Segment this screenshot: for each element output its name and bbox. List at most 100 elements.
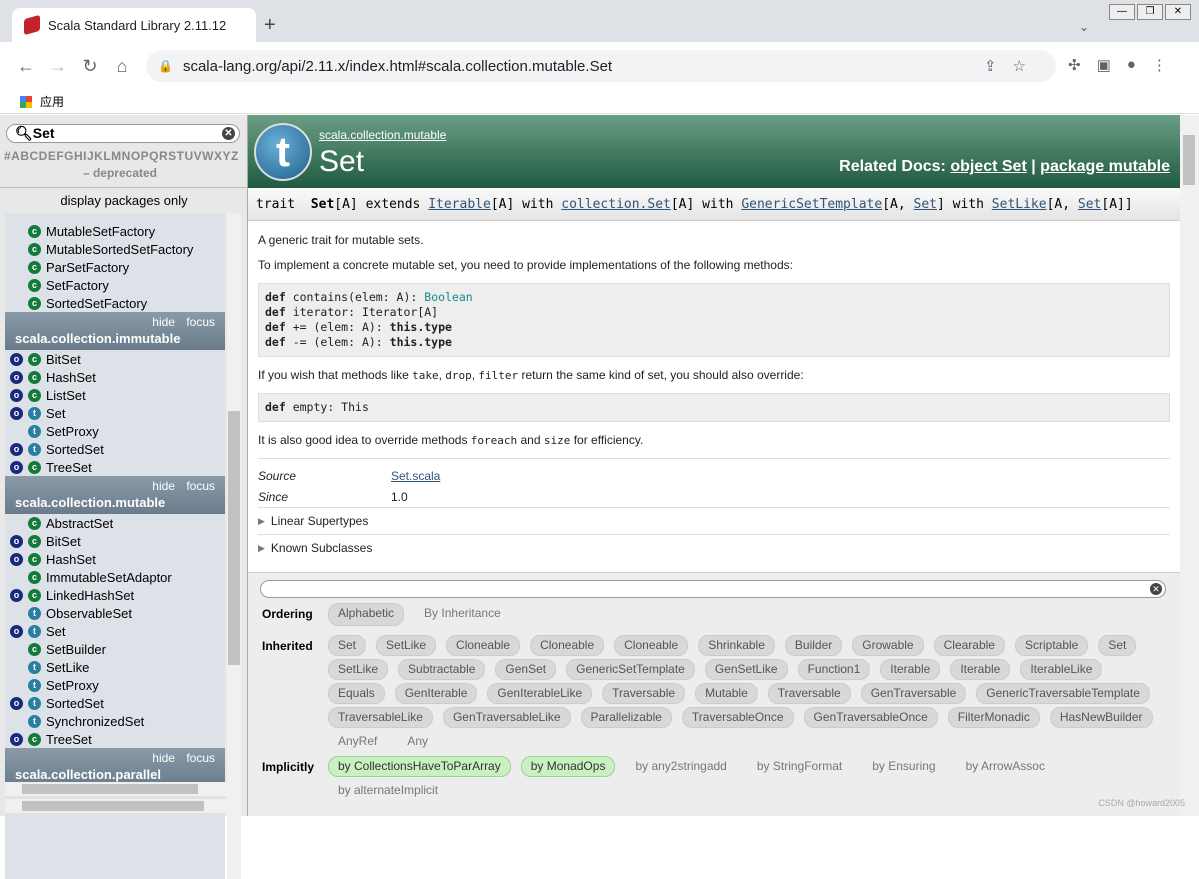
inherited-filter-pill[interactable]: Clearable <box>933 635 1005 656</box>
back-icon[interactable]: ← <box>10 56 42 77</box>
list-item-label[interactable]: SortedSet <box>46 696 104 711</box>
list-item-label[interactable]: SortedSet <box>46 442 104 457</box>
list-item[interactable]: otSetProxy <box>5 422 225 440</box>
list-item-label[interactable]: ImmutableSetAdaptor <box>46 570 172 585</box>
inherited-filter-pill[interactable]: GenericTraversableTemplate <box>976 683 1150 704</box>
letter-index[interactable]: #ABCDEFGHIJKLMNOPQRSTUVWXYZ <box>4 149 244 163</box>
list-item[interactable]: o t SortedSet <box>5 694 225 712</box>
inherited-filter-pill[interactable]: Set <box>1098 635 1137 656</box>
list-item[interactable]: o c ListSet <box>5 386 225 404</box>
inherited-filter-pill[interactable]: Function1 <box>797 659 871 680</box>
class-icon[interactable]: c <box>28 296 41 310</box>
inherited-filter-pill[interactable]: Iterable <box>880 659 941 680</box>
signature-type-link[interactable]: SetLike <box>992 197 1047 212</box>
display-packages-only[interactable]: display packages only <box>0 187 248 213</box>
hide-link[interactable]: hide <box>152 315 175 329</box>
signature-type-link[interactable]: Set <box>1078 197 1101 212</box>
list-item-label[interactable]: Set <box>46 406 66 421</box>
extensions-icon[interactable]: ✣ <box>1068 56 1081 74</box>
class-icon[interactable]: c <box>28 352 41 366</box>
list-item[interactable]: o c TreeSet <box>5 730 225 748</box>
list-item-label[interactable]: SortedSetFactory <box>46 296 147 311</box>
inherited-filter-pill[interactable]: Shrinkable <box>698 635 775 656</box>
object-icon[interactable]: o <box>10 732 23 746</box>
list-item-label[interactable]: Set <box>46 624 66 639</box>
focus-link[interactable]: focus <box>186 479 215 493</box>
list-item-label[interactable]: ParSetFactory <box>46 260 129 275</box>
inherited-filter-pill[interactable]: GenTraversableLike <box>442 707 571 728</box>
class-icon[interactable]: c <box>28 570 41 584</box>
object-icon[interactable]: o <box>10 352 23 366</box>
list-item-label[interactable]: SynchronizedSet <box>46 714 144 729</box>
minimize-button[interactable]: — <box>1109 4 1135 20</box>
ordering-option[interactable]: By Inheritance <box>414 603 511 626</box>
list-item-label[interactable]: SetProxy <box>46 678 99 693</box>
list-item-label[interactable]: MutableSortedSetFactory <box>46 242 193 257</box>
class-icon[interactable]: c <box>28 242 41 256</box>
main-scrollbar[interactable] <box>1180 115 1199 816</box>
list-item[interactable]: o c TreeSet <box>5 458 225 476</box>
address-bar[interactable]: 🔒 scala-lang.org/api/2.11.x/index.html#sc… <box>146 50 1056 82</box>
new-tab-button[interactable]: + <box>264 14 276 37</box>
inherited-filter-pill[interactable]: Set <box>328 635 367 656</box>
trait-icon[interactable]: t <box>28 624 41 638</box>
package-header[interactable]: hide focus scala.collection.mutable <box>5 476 225 514</box>
list-item[interactable]: otSetLike <box>5 658 225 676</box>
trait-icon[interactable]: t <box>28 424 41 438</box>
inherited-filter-pill[interactable]: Growable <box>852 635 924 656</box>
inherited-filter-pill[interactable]: Equals <box>328 683 385 704</box>
bookmark-star-icon[interactable]: ☆ <box>1013 58 1042 75</box>
tab-search-chevron-icon[interactable]: ⌄ <box>1079 20 1089 34</box>
inherited-filter-pill[interactable]: Subtractable <box>398 659 486 680</box>
inherited-filter-pill[interactable]: Cloneable <box>614 635 689 656</box>
inherited-filter-pill[interactable]: Parallelizable <box>580 707 672 728</box>
sidebar-hscroll-1[interactable] <box>5 782 241 796</box>
inherited-filter-pill[interactable]: Traversable <box>767 683 851 704</box>
inherited-filter-pill[interactable]: SetLike <box>328 659 389 680</box>
clear-search-icon[interactable]: ✕ <box>222 127 235 140</box>
inherited-filter-pill[interactable]: Cloneable <box>530 635 605 656</box>
object-icon[interactable]: o <box>10 370 23 384</box>
clear-filter-icon[interactable]: ✕ <box>1150 583 1162 595</box>
inherited-filter-pill[interactable]: Mutable <box>695 683 758 704</box>
linear-supertypes-toggle[interactable]: ▶ Linear Supertypes <box>258 507 1170 534</box>
inherited-filter-pill[interactable]: GenTraversable <box>860 683 967 704</box>
list-item-label[interactable]: SetProxy <box>46 424 99 439</box>
package-name[interactable]: scala.collection.parallel <box>15 767 161 782</box>
package-header[interactable]: hide focus scala.collection.immutable <box>5 312 225 350</box>
list-item[interactable]: ocMutableSortedSetFactory <box>5 240 225 258</box>
profile-avatar-icon[interactable]: ● <box>1127 56 1136 74</box>
browser-tab[interactable]: Scala Standard Library 2.11.12 <box>12 8 256 42</box>
package-name[interactable]: scala.collection.immutable <box>15 331 180 346</box>
implicit-filter-pill[interactable]: by Ensuring <box>862 756 945 777</box>
focus-link[interactable]: focus <box>186 751 215 765</box>
class-icon[interactable]: c <box>28 552 41 566</box>
list-item-label[interactable]: TreeSet <box>46 460 92 475</box>
list-item[interactable]: o c HashSet <box>5 368 225 386</box>
list-item[interactable]: otSynchronizedSet <box>5 712 225 730</box>
inherited-filter-pill[interactable]: GenSetLike <box>704 659 788 680</box>
signature-type-link[interactable]: Iterable <box>428 197 491 212</box>
class-icon[interactable]: c <box>28 370 41 384</box>
home-icon[interactable]: ⌂ <box>106 56 138 77</box>
hide-link[interactable]: hide <box>152 751 175 765</box>
inherited-filter-pill[interactable]: Traversable <box>602 683 686 704</box>
list-item-label[interactable]: AbstractSet <box>46 516 113 531</box>
list-item[interactable]: o c LinkedHashSet <box>5 586 225 604</box>
inherited-filter-pill[interactable]: Iterable <box>950 659 1011 680</box>
implicit-filter-pill[interactable]: by CollectionsHaveToParArray <box>328 756 511 777</box>
hide-link[interactable]: hide <box>152 479 175 493</box>
list-item-label[interactable]: SetLike <box>46 660 89 675</box>
implicit-filter-pill[interactable]: by any2stringadd <box>625 756 736 777</box>
inherited-filter-pill[interactable]: AnyRef <box>328 731 387 752</box>
list-item[interactable]: ocSortedSetFactory <box>5 294 225 312</box>
inherited-filter-pill[interactable]: IterableLike <box>1020 659 1103 680</box>
object-icon[interactable]: o <box>10 534 23 548</box>
list-item[interactable]: ocParSetFactory <box>5 258 225 276</box>
list-item[interactable]: ocMutableSetFactory <box>5 222 225 240</box>
forward-icon[interactable]: → <box>42 56 74 77</box>
object-icon[interactable]: o <box>10 460 23 474</box>
object-icon[interactable]: o <box>10 552 23 566</box>
object-icon[interactable]: o <box>10 696 23 710</box>
class-icon[interactable]: c <box>28 642 41 656</box>
